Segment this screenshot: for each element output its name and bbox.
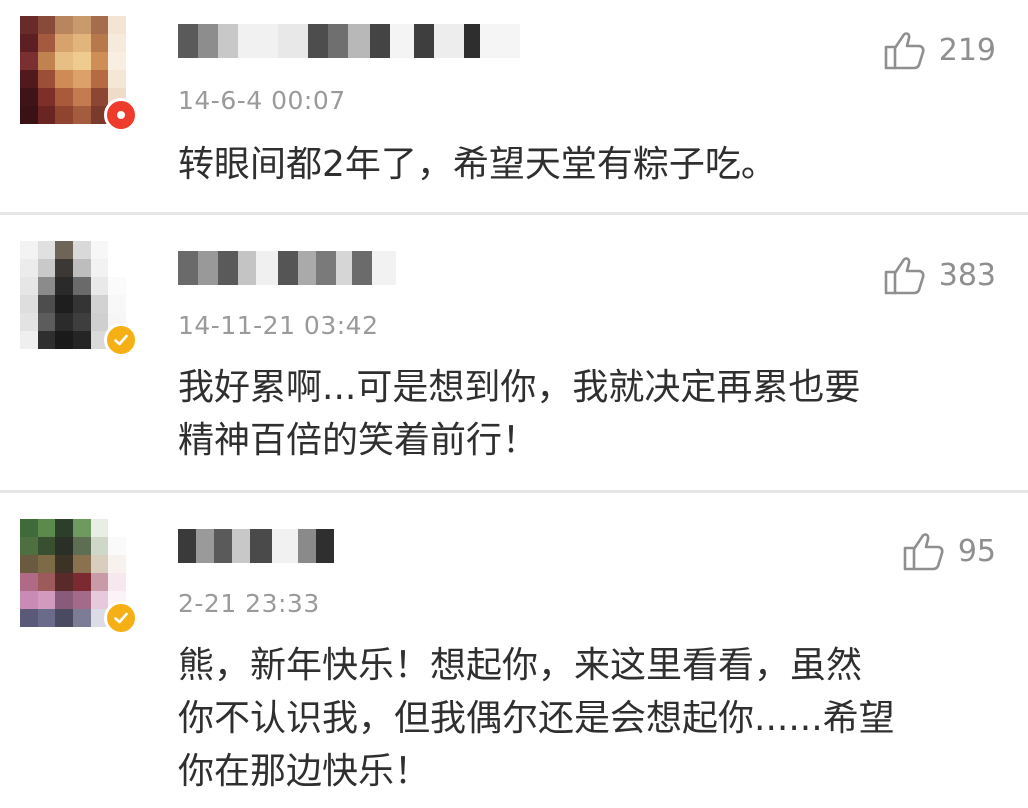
comment-timestamp: 14-6-4 00:07 — [178, 86, 346, 115]
username-obscured[interactable] — [178, 251, 396, 285]
like-button[interactable]: 95 — [902, 529, 996, 573]
like-button[interactable]: 219 — [883, 28, 996, 72]
comment-item: 219 14-6-4 00:07 转眼间都2年了，希望天堂有粽子吃。 — [0, 0, 1028, 212]
like-count: 95 — [957, 533, 996, 569]
comment-item: 383 14-11-21 03:42 我好累啊...可是想到你，我就决定再累也要… — [0, 215, 1028, 491]
comment-text: 熊，新年快乐！想起你，来这里看看，虽然 你不认识我，但我偶尔还是会想起你....… — [178, 645, 895, 792]
username-obscured[interactable] — [178, 529, 334, 563]
comment-text: 转眼间都2年了，希望天堂有粽子吃。 — [178, 144, 777, 185]
like-button[interactable]: 383 — [883, 253, 996, 297]
thumbs-up-icon — [884, 32, 925, 70]
like-count: 219 — [938, 32, 996, 68]
thumbs-up-icon — [903, 533, 944, 571]
verified-badge-icon — [104, 601, 138, 635]
verified-badge-icon — [104, 323, 138, 357]
thumbs-up-icon — [884, 257, 925, 295]
like-count: 383 — [938, 257, 996, 293]
comment-timestamp: 2-21 23:33 — [178, 589, 320, 618]
comment-text: 我好累啊...可是想到你，我就决定再累也要 精神百倍的笑着前行！ — [178, 367, 861, 461]
comment-timestamp: 14-11-21 03:42 — [178, 311, 379, 340]
avatar[interactable] — [20, 241, 138, 357]
avatar[interactable] — [20, 519, 138, 635]
verified-badge-icon — [104, 98, 138, 132]
username-obscured[interactable] — [178, 24, 520, 58]
avatar[interactable] — [20, 16, 138, 132]
comment-item: 95 2-21 23:33 熊，新年快乐！想起你，来这里看看，虽然 你不认识我，… — [0, 493, 1028, 808]
